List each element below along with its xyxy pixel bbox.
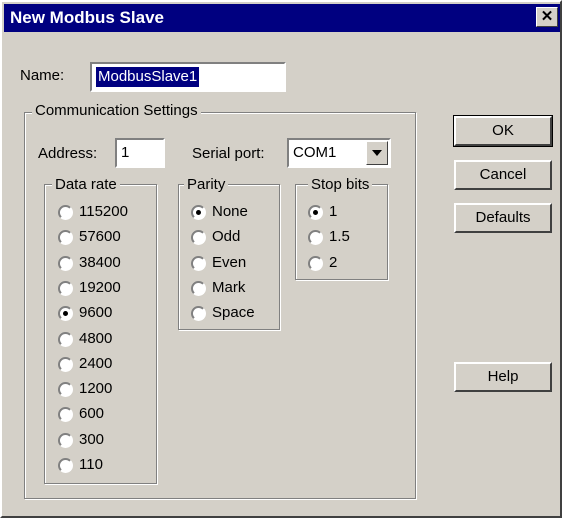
serial-port-value: COM1 — [293, 144, 337, 161]
stop-bits-option-label: 1 — [329, 203, 338, 220]
data-rate-option-label: 9600 — [79, 304, 113, 322]
communication-settings-title: Communication Settings — [32, 102, 201, 119]
data-rate-option-label: 600 — [79, 405, 105, 423]
radio-circle-icon[interactable] — [58, 331, 73, 347]
new-modbus-slave-dialog: New Modbus Slave ✕ Name: ModbusSlave1 Co… — [0, 0, 562, 518]
stop-bits-option-label: 2 — [329, 253, 338, 271]
title-bar: New Modbus Slave ✕ — [4, 4, 560, 32]
parity-option-label: Space — [212, 304, 255, 322]
data-rate-option-label: 300 — [79, 430, 105, 448]
radio-circle-icon[interactable] — [58, 280, 73, 296]
stop-bits-option-label: 1.5 — [329, 228, 350, 246]
parity-title: Parity — [184, 176, 229, 193]
radio-circle-icon[interactable] — [58, 382, 73, 398]
serial-port-select[interactable]: COM1 — [287, 138, 391, 168]
window-title: New Modbus Slave — [10, 8, 164, 27]
data-rate-option-label: 4800 — [79, 329, 113, 347]
help-button[interactable]: Help — [454, 362, 552, 392]
radio-circle-icon[interactable] — [58, 356, 73, 372]
close-button[interactable]: ✕ — [536, 7, 558, 27]
cancel-button[interactable]: Cancel — [454, 160, 552, 190]
data-rate-option-label: 2400 — [79, 354, 113, 372]
chevron-down-icon[interactable] — [366, 141, 388, 165]
data-rate-title: Data rate — [52, 176, 120, 193]
data-rate-option-label: 38400 — [79, 253, 121, 271]
data-rate-option-label: 19200 — [79, 278, 121, 296]
data-rate-option-label: 57600 — [79, 228, 121, 246]
parity-option-label: Even — [212, 253, 247, 271]
radio-circle-icon[interactable] — [191, 205, 206, 220]
data-rate-option-label: 1200 — [79, 380, 113, 398]
radio-circle-icon[interactable] — [191, 255, 206, 271]
radio-circle-icon[interactable] — [58, 458, 73, 473]
radio-circle-icon[interactable] — [191, 280, 206, 296]
data-rate-option-label: 110 — [79, 456, 103, 473]
ok-button[interactable]: OK — [453, 115, 553, 147]
name-input[interactable]: ModbusSlave1 — [90, 62, 286, 92]
parity-option-label: Mark — [212, 278, 246, 296]
serial-port-label: Serial port: — [192, 145, 265, 162]
parity-option-label: Odd — [212, 228, 241, 246]
name-label: Name: — [20, 67, 65, 84]
radio-circle-icon[interactable] — [58, 255, 73, 271]
stop-bits-title: Stop bits — [308, 176, 373, 193]
radio-circle-icon[interactable] — [308, 205, 323, 220]
radio-circle-icon[interactable] — [58, 432, 73, 448]
parity-option-label: None — [212, 203, 248, 220]
radio-circle-icon[interactable] — [58, 205, 73, 220]
radio-circle-icon[interactable] — [308, 255, 323, 271]
close-icon: ✕ — [540, 8, 554, 25]
address-value: 1 — [121, 144, 130, 161]
name-value: ModbusSlave1 — [96, 67, 200, 87]
address-input[interactable]: 1 — [115, 138, 165, 168]
defaults-button[interactable]: Defaults — [454, 203, 552, 233]
address-label: Address: — [38, 145, 98, 162]
data-rate-option-label: 115200 — [79, 203, 128, 220]
